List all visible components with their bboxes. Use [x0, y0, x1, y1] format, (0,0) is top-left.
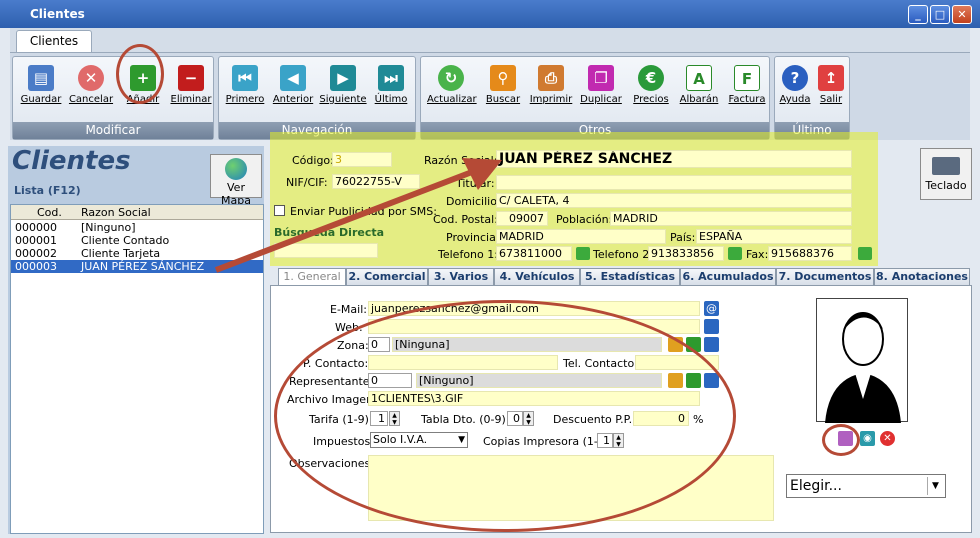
annotation-ellipse-general — [274, 300, 736, 532]
eye-icon[interactable]: ◉ — [860, 431, 875, 446]
siguiente-button[interactable]: ▶ Siguiente — [319, 65, 367, 113]
salir-button[interactable]: ↥ Salir — [811, 65, 851, 113]
printer-icon: ⎙ — [538, 65, 564, 91]
maximize-button[interactable]: □ — [930, 5, 950, 24]
save-icon: ▤ — [28, 65, 54, 91]
list-icon[interactable] — [704, 337, 719, 352]
sms-icon[interactable] — [728, 247, 742, 260]
chevron-down-icon: ▼ — [927, 477, 943, 495]
euro-icon: € — [638, 65, 664, 91]
imprimir-button[interactable]: ⎙ Imprimir — [527, 65, 575, 113]
ultimo-button[interactable]: ⏭ Último — [367, 65, 415, 113]
cancelar-button[interactable]: ✕ Cancelar — [67, 65, 115, 113]
group-modificar: ▤ Guardar ✕ Cancelar + Añadir − Eliminar Mod… — [12, 56, 214, 140]
tab-documentos[interactable]: 7. Documentos — [776, 268, 874, 286]
client-photo — [816, 298, 908, 423]
primero-button[interactable]: ⏮ Primero — [221, 65, 269, 113]
exit-icon: ↥ — [818, 65, 844, 91]
clear-icon[interactable]: ✕ — [880, 431, 895, 446]
annotation-circle-folder — [822, 424, 860, 456]
keyboard-icon — [932, 157, 960, 175]
teclado-button[interactable]: Teclado — [920, 148, 972, 200]
elegir-select[interactable]: Elegir... ▼ — [786, 474, 946, 498]
list-subtitle: Lista (F12) — [14, 184, 81, 197]
ribbon-tab-clientes[interactable]: Clientes — [16, 30, 92, 52]
guardar-button[interactable]: ▤ Guardar — [17, 65, 65, 113]
left-title: Clientes — [12, 146, 131, 176]
albaran-icon: A — [686, 65, 712, 91]
annotation-arrow — [214, 158, 502, 273]
provincia-field[interactable]: MADRID — [496, 229, 666, 244]
poblacion-field[interactable]: MADRID — [610, 211, 852, 226]
actualizar-button[interactable]: ↻ Actualizar — [427, 65, 477, 113]
main-window: Clientes _ □ ✕ Clientes ▤ Guardar ✕ Cancel… — [0, 0, 980, 538]
help-icon: ? — [782, 65, 808, 91]
first-icon: ⏮ — [232, 65, 258, 91]
group-ultimo: ? Ayuda ↥ Salir Último — [774, 56, 850, 140]
duplicar-button[interactable]: ❐ Duplicar — [577, 65, 625, 113]
next-icon: ▶ — [330, 65, 356, 91]
group-label-modificar: Modificar — [13, 122, 213, 139]
close-button[interactable]: ✕ — [952, 5, 972, 24]
invoice-icon: F — [734, 65, 760, 91]
col-cod[interactable]: Cod. — [37, 206, 62, 219]
sms-icon[interactable] — [858, 247, 872, 260]
duplicate-icon: ❐ — [588, 65, 614, 91]
last-icon: ⏭ — [378, 65, 404, 91]
razon-social-field[interactable]: JUAN PÉREZ SÁNCHEZ — [496, 150, 852, 168]
eliminar-button[interactable]: − Eliminar — [167, 65, 215, 113]
fax-field[interactable]: 915688376 — [768, 246, 852, 261]
tab-anotaciones[interactable]: 8. Anotaciones — [874, 268, 970, 286]
tab-estadisticas[interactable]: 5. Estadísticas — [580, 268, 680, 286]
window-title: Clientes — [30, 7, 85, 21]
annotation-circle-anadir — [116, 44, 164, 104]
titular-field[interactable] — [496, 175, 852, 190]
buscar-button[interactable]: ⚲ Buscar — [479, 65, 527, 113]
title-bar: Clientes _ □ ✕ — [0, 0, 980, 28]
tab-acumulados[interactable]: 6. Acumulados — [680, 268, 776, 286]
previous-icon: ◀ — [280, 65, 306, 91]
web-icon[interactable] — [704, 319, 719, 334]
group-otros: ↻ Actualizar ⚲ Buscar ⎙ Imprimir ❐ Duplicar … — [420, 56, 770, 140]
albaran-button[interactable]: A Albarán — [675, 65, 723, 113]
email-icon[interactable]: @ — [704, 301, 719, 316]
pais-field[interactable]: ESPAÑA — [696, 229, 852, 244]
refresh-icon: ↻ — [438, 65, 464, 91]
precios-button[interactable]: € Precios — [627, 65, 675, 113]
minimize-button[interactable]: _ — [908, 5, 928, 24]
telefono2-field[interactable]: 913833856 — [648, 246, 724, 261]
domicilio-field[interactable]: C/ CALETA, 4 — [496, 193, 852, 208]
ayuda-button[interactable]: ? Ayuda — [775, 65, 815, 113]
group-navegacion: ⏮ Primero ◀ Anterior ▶ Siguiente ⏭ Último Na… — [218, 56, 416, 140]
anterior-button[interactable]: ◀ Anterior — [269, 65, 317, 113]
binoculars-icon: ⚲ — [490, 65, 516, 91]
cancel-icon: ✕ — [78, 65, 104, 91]
factura-button[interactable]: F Factura — [723, 65, 771, 113]
sms-icon[interactable] — [576, 247, 590, 260]
delete-icon: − — [178, 65, 204, 91]
col-razon[interactable]: Razon Social — [81, 206, 151, 219]
